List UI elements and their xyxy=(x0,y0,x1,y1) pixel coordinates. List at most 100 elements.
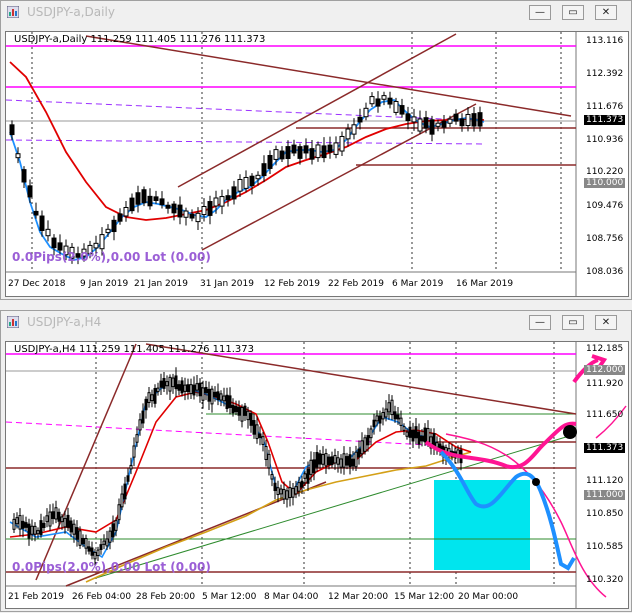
candle-down xyxy=(9,124,15,136)
candle-down xyxy=(315,451,319,468)
daily-titlebar[interactable]: USDJPY-a,Daily — ▭ ✕ xyxy=(1,1,631,23)
candle-up xyxy=(117,504,121,521)
daily-price-label: 113.116 xyxy=(586,36,624,46)
candle-up xyxy=(240,407,244,422)
candle-down xyxy=(306,468,310,484)
candle-up xyxy=(435,122,441,127)
daily-price-label: 108.036 xyxy=(586,267,624,277)
candle-up xyxy=(303,473,307,479)
h4-plot-area[interactable]: USDJPY-a,H4 111.259 111.405 111.276 111.… xyxy=(5,341,629,609)
candle-down xyxy=(57,511,61,522)
daily-time-label: 12 Feb 2019 xyxy=(264,279,321,289)
h4-price-label: 112.185 xyxy=(586,344,624,354)
candle-down xyxy=(129,197,135,212)
candle-down xyxy=(21,520,25,529)
candle-up xyxy=(195,212,201,223)
candle-up xyxy=(219,196,225,207)
daily-plot-area[interactable]: USDJPY-a,Daily 111.259 111.405 111.276 1… xyxy=(5,31,629,297)
candle-down xyxy=(261,163,267,177)
candle-up xyxy=(150,394,154,402)
candle-up xyxy=(381,95,387,100)
candle-up xyxy=(132,445,136,458)
candle-down xyxy=(429,119,435,135)
candle-down xyxy=(177,204,183,218)
candle-up xyxy=(135,434,139,443)
minimize-button[interactable]: — xyxy=(529,5,551,20)
minimize-button[interactable]: — xyxy=(529,315,551,330)
h4-chart-window[interactable]: USDJPY-a,H4 — ▭ ✕ USDJPY-a,H4 111.259 11… xyxy=(0,310,632,612)
candle-up xyxy=(342,453,346,468)
candle-up xyxy=(255,424,259,440)
candle-down xyxy=(165,204,171,209)
chart-window-icon xyxy=(7,6,19,18)
candle-down xyxy=(372,419,376,428)
candle-down xyxy=(189,213,195,219)
candle-down xyxy=(123,483,127,500)
daily-time-label: 27 Dec 2018 xyxy=(8,279,66,289)
h4-target-zone xyxy=(434,480,530,570)
candle-up xyxy=(384,408,388,418)
candle-up xyxy=(297,482,301,492)
candle-up xyxy=(48,511,52,527)
candle-up xyxy=(36,530,40,535)
candle-down xyxy=(87,546,91,552)
candle-down xyxy=(141,410,145,424)
daily-pips-lot: 0.0Pips(2.0%),0.00 Lot (0.00) xyxy=(12,250,211,264)
close-button[interactable]: ✕ xyxy=(595,315,617,330)
candle-up xyxy=(390,399,394,416)
candle-down xyxy=(477,112,483,127)
candle-down xyxy=(249,175,255,187)
candle-up xyxy=(183,384,187,392)
candle-up xyxy=(18,515,22,530)
candle-up xyxy=(105,228,111,234)
candle-up xyxy=(12,518,16,530)
candle-down xyxy=(42,522,46,528)
daily-time-label: 6 Mar 2019 xyxy=(392,279,444,289)
daily-chart-window[interactable]: USDJPY-a,Daily — ▭ ✕ USDJPY-a,Daily 111.… xyxy=(0,0,632,300)
h4-marker-dot-upper xyxy=(563,425,577,439)
candle-up xyxy=(156,387,160,393)
close-button[interactable]: ✕ xyxy=(595,5,617,20)
candle-up xyxy=(447,118,453,124)
candle-up xyxy=(264,446,268,460)
candle-up xyxy=(63,518,67,528)
candle-up xyxy=(279,488,283,495)
candle-up xyxy=(45,515,49,523)
h4-price-scale: 112.185 112.000 111.920 111.650 111.373 … xyxy=(582,342,628,586)
candle-up xyxy=(15,153,21,159)
candle-up xyxy=(201,387,205,401)
candle-down xyxy=(216,391,220,401)
candle-up xyxy=(363,107,369,118)
candle-down xyxy=(21,169,27,183)
candle-down xyxy=(192,384,196,396)
restore-button[interactable]: ▭ xyxy=(562,5,584,20)
candle-up xyxy=(261,436,265,445)
restore-button[interactable]: ▭ xyxy=(562,315,584,330)
candle-down xyxy=(57,242,63,251)
candle-down xyxy=(411,429,415,442)
daily-price-scale: 113.116 112.392 111.676 111.373 110.936 … xyxy=(582,32,628,277)
candle-up xyxy=(294,486,298,495)
candle-down xyxy=(51,237,57,249)
h4-time-label: 5 Mar 12:00 xyxy=(202,592,257,602)
candle-up xyxy=(255,174,261,180)
candle-down xyxy=(231,404,235,414)
candle-up xyxy=(363,437,367,452)
h4-titlebar[interactable]: USDJPY-a,H4 — ▭ ✕ xyxy=(1,311,631,333)
candle-down xyxy=(417,431,421,445)
candle-up xyxy=(267,453,271,469)
candle-up xyxy=(426,428,430,443)
candle-up xyxy=(375,415,379,422)
candle-down xyxy=(273,482,277,492)
candle-down xyxy=(423,427,427,443)
candle-up xyxy=(15,517,19,525)
candle-up xyxy=(99,234,105,250)
candle-up xyxy=(321,454,325,465)
candle-up xyxy=(273,149,279,160)
candle-down xyxy=(81,537,85,545)
candle-down xyxy=(345,456,349,466)
candle-up xyxy=(237,178,243,192)
candle-up xyxy=(387,402,391,413)
h4-time-label: 15 Mar 12:00 xyxy=(394,592,455,602)
candle-down xyxy=(231,186,237,200)
